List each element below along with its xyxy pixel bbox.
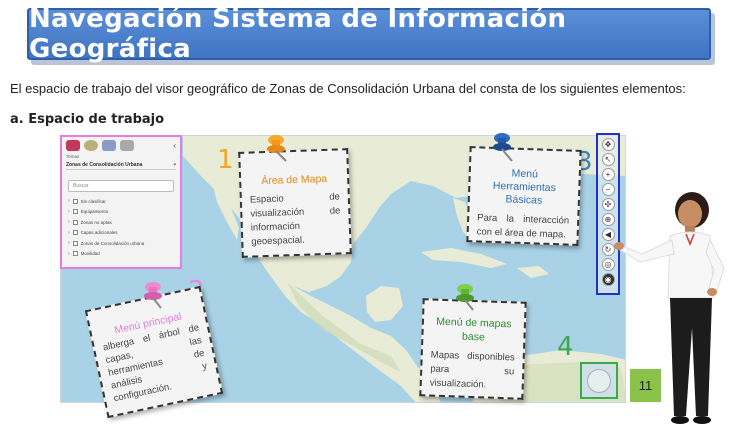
label-number-4: 4 <box>557 332 574 362</box>
theme-select-value: Zonas de Consolidación Urbana <box>66 161 143 168</box>
layer-item[interactable]: › Zonas de Consolidación urbana <box>68 238 174 249</box>
layer-checkbox[interactable] <box>72 198 78 204</box>
theme-select[interactable]: Zonas de Consolidación Urbana ▾ <box>66 160 176 170</box>
expand-icon[interactable]: › <box>68 209 70 215</box>
expand-icon[interactable]: › <box>68 219 70 225</box>
tools-tab-icon[interactable] <box>102 139 116 151</box>
callout-title: Menú Herramientas Básicas <box>492 167 557 207</box>
map-area-callout: Área de Mapa Espacio de visualización de… <box>238 148 352 258</box>
pointer-icon[interactable]: ↖ <box>601 153 615 166</box>
basemap-callout: Menú de mapas base Mapas disponibles par… <box>419 298 527 400</box>
zoom-in-icon[interactable]: + <box>601 168 615 181</box>
theme-label: Temas <box>66 154 80 159</box>
expand-icon[interactable]: › <box>68 198 70 204</box>
layer-item[interactable]: › Sin clasificar <box>68 196 174 207</box>
layer-label: Sin clasificar <box>80 198 106 204</box>
layer-search-input[interactable]: Buscar <box>68 180 174 192</box>
layer-label: Capas adicionales <box>80 230 118 236</box>
search-tab-icon[interactable] <box>84 139 98 151</box>
green-pushpin-icon <box>456 284 474 311</box>
title-banner: Navegación Sistema de Información Geográ… <box>27 4 711 64</box>
layer-item[interactable]: › Zonas no aptas <box>68 217 174 228</box>
layer-checkbox[interactable] <box>72 240 78 246</box>
layer-checkbox[interactable] <box>72 251 78 257</box>
expand-icon[interactable]: › <box>68 251 70 257</box>
layer-item[interactable]: › Capas adicionales <box>68 228 174 239</box>
layer-label: Zonas no aptas <box>80 219 112 225</box>
presenter-avatar <box>614 192 725 424</box>
layer-checkbox[interactable] <box>72 219 78 225</box>
basic-tools-callout: Menú Herramientas Básicas Para la intera… <box>466 146 582 246</box>
layer-tree: › Sin clasificar › Equipamiento › Zonas no … <box>62 196 180 259</box>
page-title: Navegación Sistema de Información Geográ… <box>29 4 567 64</box>
main-menu-panel[interactable]: ‹ Temas Zonas de Consolidación Urbana ▾ … <box>60 135 182 269</box>
chevron-down-icon: ▾ <box>173 161 176 168</box>
layers-tab-icon[interactable] <box>66 139 80 151</box>
blue-pushpin-icon <box>493 133 513 162</box>
layer-checkbox[interactable] <box>72 209 78 215</box>
layer-label: Movilidad <box>80 251 100 257</box>
basemap-thumbnail <box>587 368 611 393</box>
callout-body: Para la interacción con el área de mapa. <box>476 212 570 241</box>
callout-body: Mapas disponibles para su visualización. <box>429 349 515 391</box>
pink-pushpin-icon <box>144 282 162 309</box>
callout-title: Menú de mapas base <box>436 315 512 344</box>
collapse-icon[interactable]: ‹ <box>173 141 176 150</box>
orange-pushpin-icon <box>267 135 287 162</box>
layer-label: Zonas de Consolidación urbana <box>80 240 145 246</box>
layer-item[interactable]: › Equipamiento <box>68 207 174 218</box>
intro-text: El espacio de trabajo del visor geográfi… <box>10 81 686 96</box>
expand-icon[interactable]: › <box>68 240 70 246</box>
callout-body: Espacio de visualización de información … <box>249 191 341 248</box>
layer-item[interactable]: › Movilidad <box>68 249 174 260</box>
callout-title: Área de Mapa <box>261 172 328 188</box>
expand-icon[interactable]: › <box>68 230 70 236</box>
layer-checkbox[interactable] <box>72 230 78 236</box>
sidebar-tab-bar: ‹ <box>62 137 180 153</box>
compass-icon[interactable]: ✥ <box>601 138 615 151</box>
label-number-1: 1 <box>217 145 234 175</box>
info-tab-icon[interactable] <box>120 139 134 151</box>
section-title: a. Espacio de trabajo <box>10 112 165 127</box>
layer-label: Equipamiento <box>80 209 109 215</box>
